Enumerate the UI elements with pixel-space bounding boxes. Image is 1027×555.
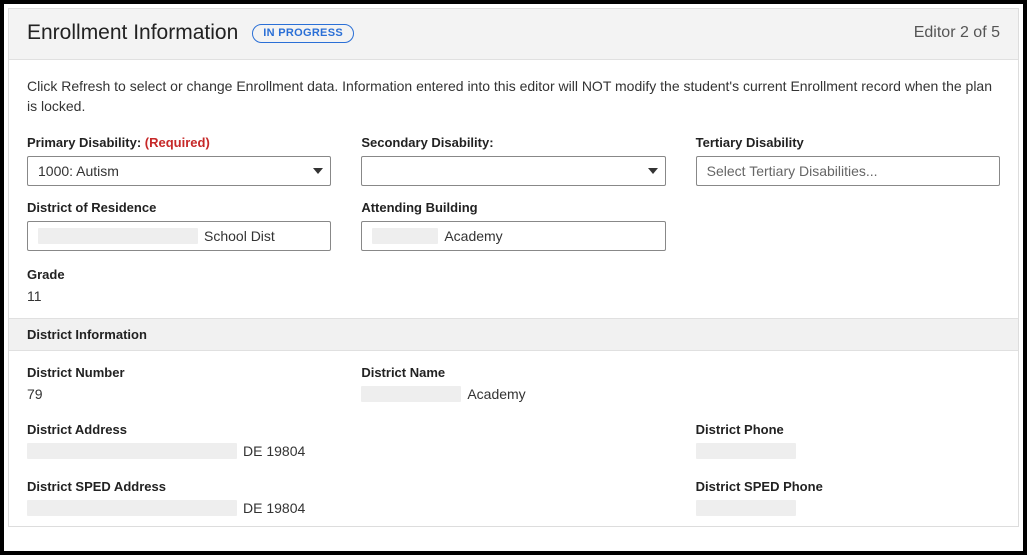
redacted-text <box>27 500 237 516</box>
district-sped-address-value-suffix: DE 19804 <box>243 500 305 516</box>
disability-row: Primary Disability: (Required) 1000: Aut… <box>27 135 1000 186</box>
district-of-residence-label: District of Residence <box>27 200 331 215</box>
district-sped-address-value: DE 19804 <box>27 500 666 516</box>
district-info-grid: District Number 79 District Name Academy… <box>27 365 1000 516</box>
tertiary-disability-select[interactable]: Select Tertiary Disabilities... <box>696 156 1000 186</box>
primary-disability-value: 1000: Autism <box>38 163 119 179</box>
district-of-residence-value: School Dist <box>204 228 275 244</box>
primary-disability-field: Primary Disability: (Required) 1000: Aut… <box>27 135 331 186</box>
district-sped-phone-label: District SPED Phone <box>696 479 1000 494</box>
district-name-label: District Name <box>361 365 665 380</box>
tertiary-disability-placeholder: Select Tertiary Disabilities... <box>707 163 878 179</box>
district-phone-value <box>696 443 1000 459</box>
district-address-value: DE 19804 <box>27 443 666 459</box>
district-information-heading: District Information <box>9 318 1018 351</box>
district-name-value-suffix: Academy <box>467 386 525 402</box>
editor-header: Enrollment Information IN PROGRESS Edito… <box>9 9 1018 60</box>
primary-disability-select[interactable]: 1000: Autism <box>27 156 331 186</box>
tertiary-disability-label: Tertiary Disability <box>696 135 1000 150</box>
district-number-label: District Number <box>27 365 331 380</box>
instructions-text: Click Refresh to select or change Enroll… <box>27 76 1000 117</box>
redacted-text <box>696 443 796 459</box>
tertiary-disability-field: Tertiary Disability Select Tertiary Disa… <box>696 135 1000 186</box>
district-sped-address-label: District SPED Address <box>27 479 666 494</box>
residence-row: District of Residence School Dist Attend… <box>27 200 1000 251</box>
secondary-disability-label: Secondary Disability: <box>361 135 665 150</box>
district-address-label: District Address <box>27 422 666 437</box>
attending-building-value: Academy <box>444 228 502 244</box>
attending-building-input[interactable]: Academy <box>361 221 665 251</box>
attending-building-field: Attending Building Academy <box>361 200 665 251</box>
district-number-field: District Number 79 <box>27 365 331 402</box>
grade-label: Grade <box>27 267 1000 282</box>
district-address-value-suffix: DE 19804 <box>243 443 305 459</box>
district-phone-label: District Phone <box>696 422 1000 437</box>
header-left: Enrollment Information IN PROGRESS <box>27 21 354 45</box>
app-frame: Enrollment Information IN PROGRESS Edito… <box>0 0 1027 555</box>
district-sped-phone-value <box>696 500 1000 516</box>
district-name-value: Academy <box>361 386 665 402</box>
redacted-text <box>38 228 198 244</box>
required-indicator: (Required) <box>145 135 210 150</box>
editor-body: Click Refresh to select or change Enroll… <box>9 60 1018 526</box>
district-address-field: District Address DE 19804 <box>27 422 666 459</box>
district-number-value: 79 <box>27 386 331 402</box>
redacted-text <box>696 500 796 516</box>
secondary-disability-field: Secondary Disability: <box>361 135 665 186</box>
district-of-residence-input[interactable]: School Dist <box>27 221 331 251</box>
editor-position: Editor 2 of 5 <box>914 24 1000 42</box>
district-of-residence-field: District of Residence School Dist <box>27 200 331 251</box>
district-sped-phone-field: District SPED Phone <box>696 479 1000 516</box>
primary-disability-label-text: Primary Disability: <box>27 135 141 150</box>
primary-disability-label: Primary Disability: (Required) <box>27 135 331 150</box>
redacted-text <box>372 228 438 244</box>
redacted-text <box>361 386 461 402</box>
district-phone-field: District Phone <box>696 422 1000 459</box>
district-sped-address-field: District SPED Address DE 19804 <box>27 479 666 516</box>
grade-value: 11 <box>27 288 1000 304</box>
redacted-text <box>27 443 237 459</box>
secondary-disability-select[interactable] <box>361 156 665 186</box>
editor-card: Enrollment Information IN PROGRESS Edito… <box>8 8 1019 527</box>
grade-field: Grade 11 <box>27 267 1000 304</box>
district-name-field: District Name Academy <box>361 365 665 402</box>
page-title: Enrollment Information <box>27 21 238 45</box>
status-badge: IN PROGRESS <box>252 24 354 43</box>
attending-building-label: Attending Building <box>361 200 665 215</box>
